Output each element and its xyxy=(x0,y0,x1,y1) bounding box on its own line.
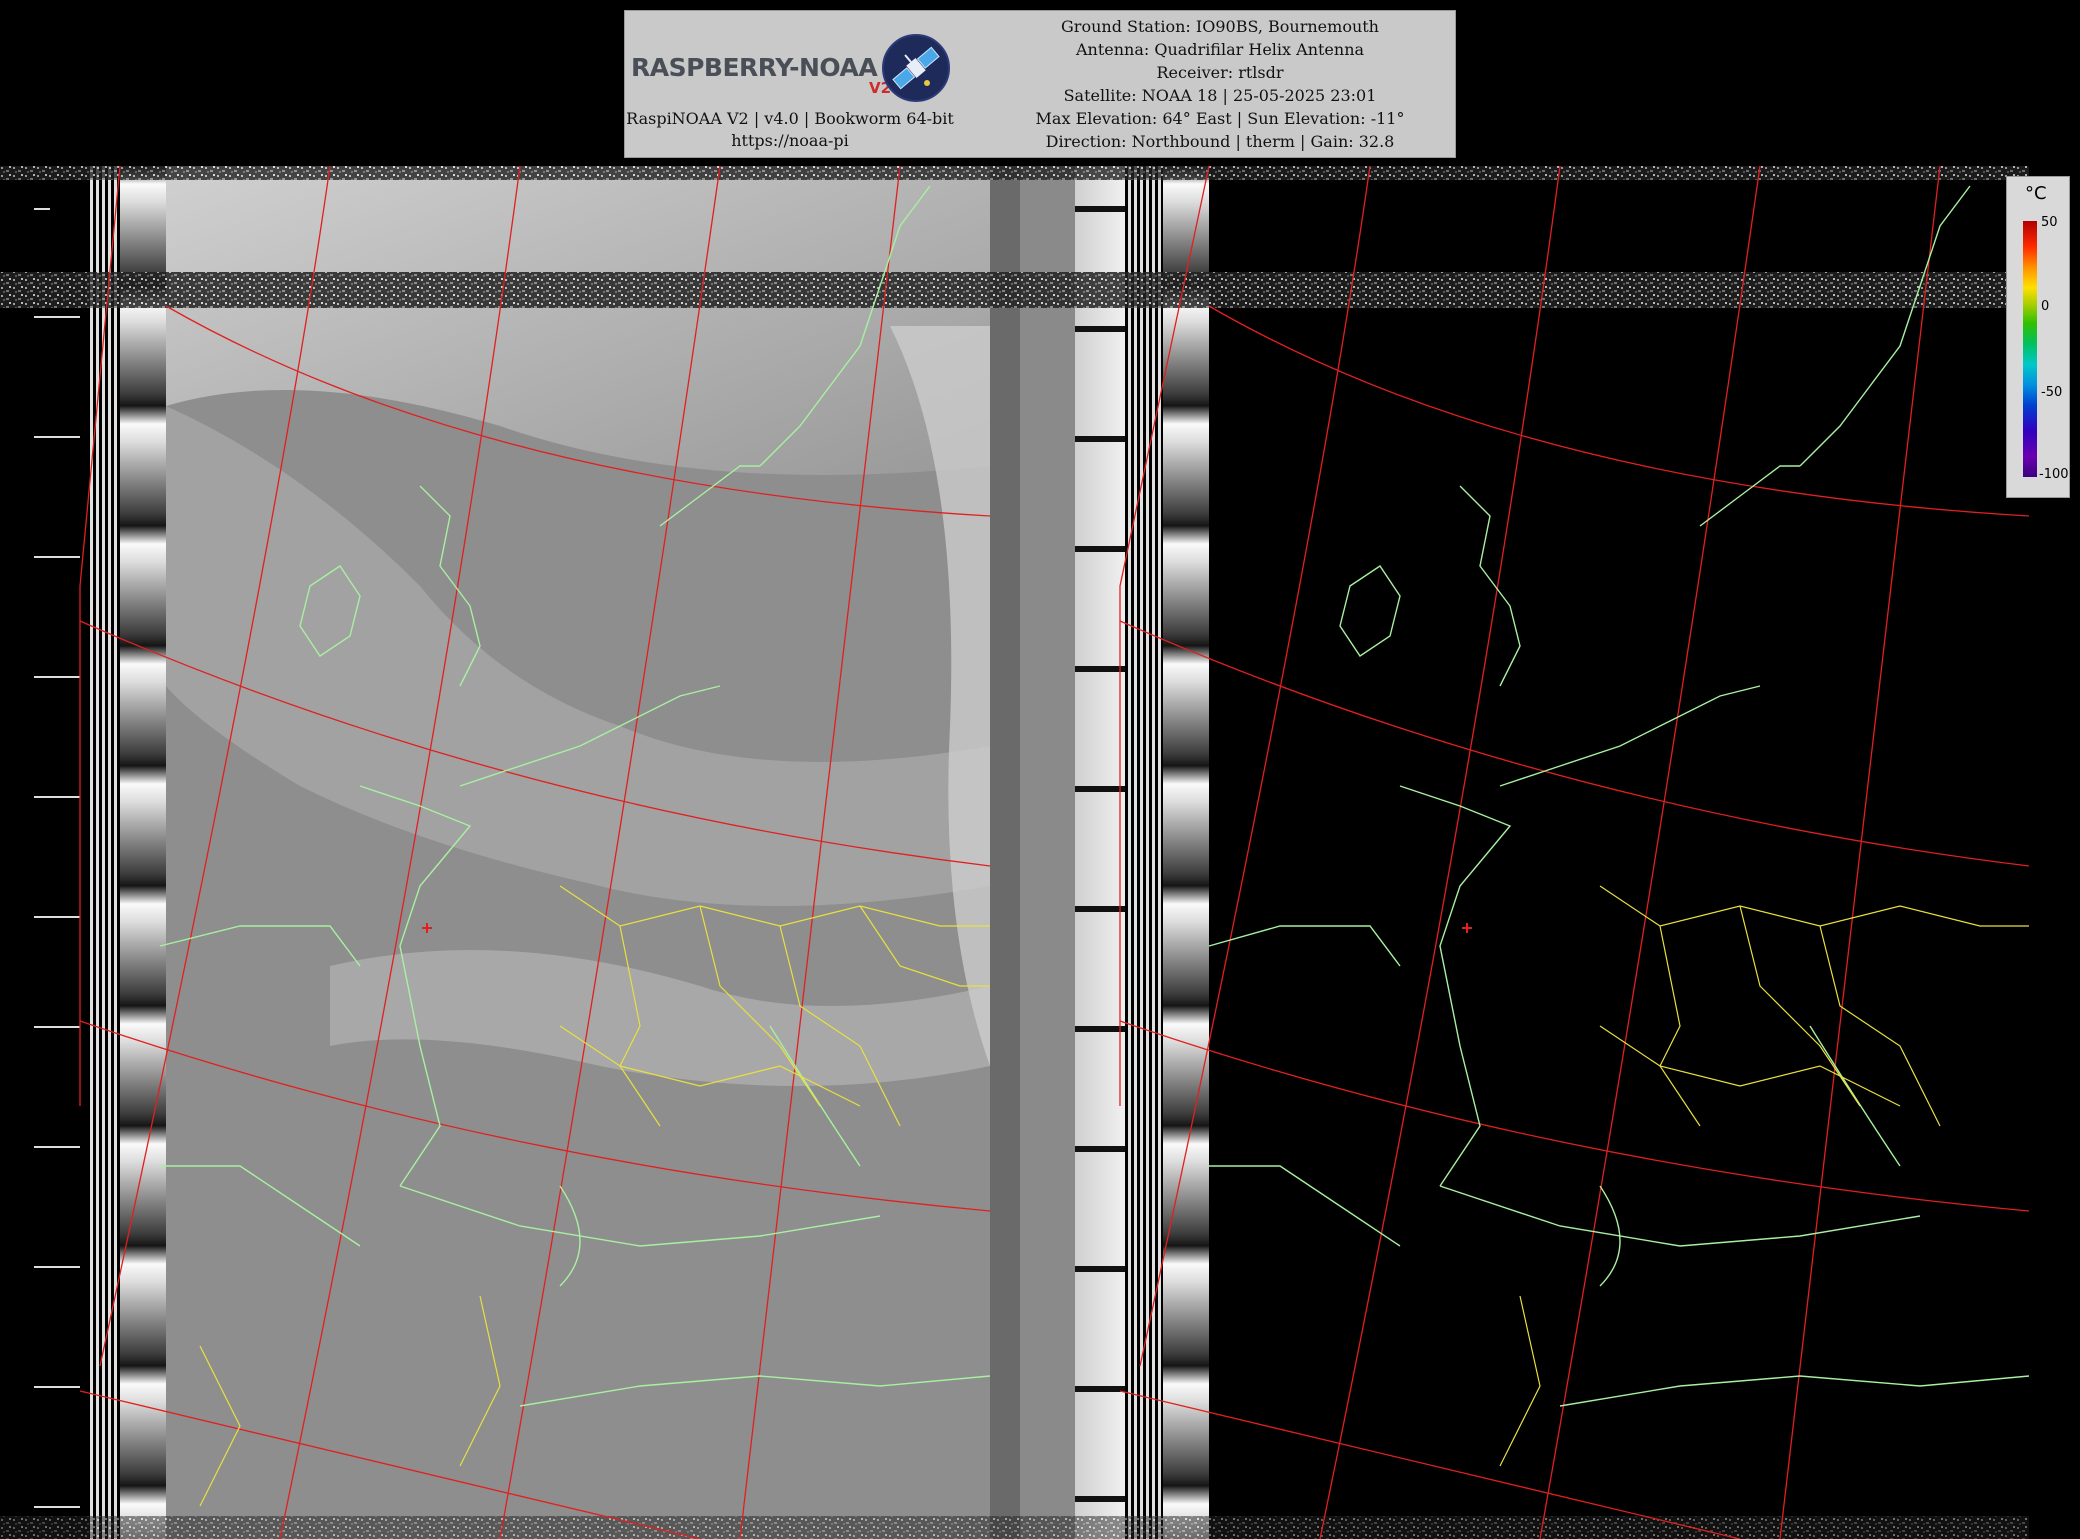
temperature-tick: -100 xyxy=(2039,467,2069,482)
temperature-scale: °C 50 0 -50 -100 xyxy=(2006,176,2070,498)
logo-text: RASPBERRY-NOAA xyxy=(631,53,878,82)
url-text: https://noaa-pi xyxy=(731,131,849,150)
satellite-image xyxy=(0,166,2080,1539)
temperature-tick: 0 xyxy=(2041,299,2050,314)
satellite-icon xyxy=(882,34,950,102)
raspberry-noaa-logo: RASPBERRY-NOAA V2 xyxy=(631,23,951,103)
receiver-text: Receiver: rtlsdr xyxy=(1156,63,1284,82)
info-banner: RASPBERRY-NOAA V2 RaspiNOAA V2 | v4.0 | … xyxy=(624,10,1456,158)
satellite-pass-text: Satellite: NOAA 18 | 25-05-2025 23:01 xyxy=(1063,86,1377,105)
direction-text: Direction: Northbound | therm | Gain: 32… xyxy=(1045,132,1395,151)
antenna-text: Antenna: Quadrifilar Helix Antenna xyxy=(1075,40,1365,59)
elevation-text: Max Elevation: 64° East | Sun Elevation:… xyxy=(1035,109,1405,128)
temperature-tick: 50 xyxy=(2041,215,2058,230)
ground-station-text: Ground Station: IO90BS, Bournemouth xyxy=(1061,17,1379,36)
software-version-text: RaspiNOAA V2 | v4.0 | Bookworm 64-bit xyxy=(626,109,954,128)
temperature-color-bar xyxy=(2023,221,2037,477)
temperature-unit: °C xyxy=(2025,183,2047,204)
temperature-tick: -50 xyxy=(2041,385,2063,400)
